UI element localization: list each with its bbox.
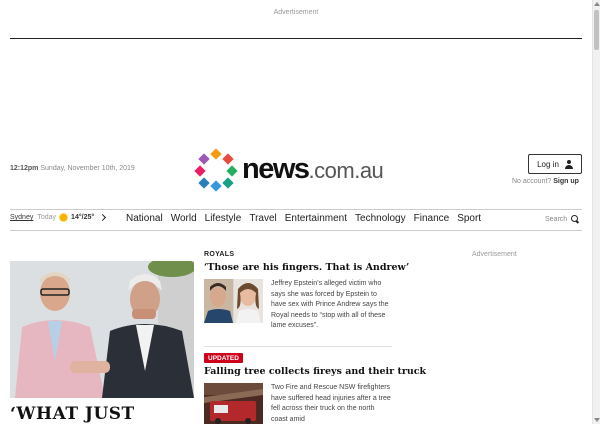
date-time: 12:12pm Sunday, November 10th, 2019: [10, 165, 135, 172]
story-thumbnail[interactable]: [204, 279, 263, 323]
login-label: Log in: [537, 159, 559, 169]
logo-main-text: news: [242, 152, 310, 185]
nav-item-lifestyle[interactable]: Lifestyle: [205, 213, 242, 224]
updated-badge: UPDATED: [204, 353, 243, 363]
site-logo[interactable]: news.com.au: [194, 148, 384, 192]
scroll-up-arrow-icon[interactable]: [594, 2, 600, 6]
story-summary: Two Fire and Rescue NSW firefighters hav…: [271, 384, 391, 423]
top-ad-label: Advertisement: [273, 9, 319, 16]
nav-item-travel[interactable]: Travel: [249, 213, 276, 224]
current-time: 12:12pm: [10, 165, 39, 172]
hero-image[interactable]: [10, 261, 194, 398]
nav-item-entertainment[interactable]: Entertainment: [285, 213, 347, 224]
story-divider: [204, 346, 392, 347]
top-divider: [10, 38, 582, 39]
search-button[interactable]: Search: [545, 215, 579, 223]
nav-item-national[interactable]: National: [126, 213, 163, 224]
story-headline[interactable]: Falling tree collects fireys and their t…: [204, 366, 426, 377]
sign-up-link[interactable]: Sign up: [553, 178, 579, 185]
current-date: Sunday, November 10th, 2019: [40, 165, 135, 172]
nav-item-finance[interactable]: Finance: [414, 213, 450, 224]
nav-item-world[interactable]: World: [171, 213, 197, 224]
no-account-text: No account?: [512, 178, 552, 185]
login-button[interactable]: Log in: [528, 154, 582, 174]
main-nav: National World Lifestyle Travel Entertai…: [126, 213, 481, 224]
chevron-right-icon[interactable]: [99, 213, 107, 222]
story-thumbnail-illustration: [204, 279, 263, 323]
search-icon: [571, 215, 579, 223]
story-summary: Jeffrey Epstein’s alleged victim who say…: [271, 280, 389, 329]
logo-dots-icon: [194, 148, 238, 192]
search-label: Search: [545, 215, 568, 223]
scroll-down-arrow-icon[interactable]: [594, 418, 600, 422]
nav-item-technology[interactable]: Technology: [355, 213, 406, 224]
side-ad-label: Advertisement: [472, 251, 517, 258]
story-thumbnail-illustration: [204, 383, 263, 424]
weather-temps: 14°/25°: [71, 214, 95, 221]
weather-widget[interactable]: Sydney Today 14°/25°: [10, 213, 107, 222]
story-thumbnail[interactable]: [204, 383, 263, 424]
scrollbar[interactable]: [592, 0, 600, 424]
logo-suffix-text: .com.au: [308, 157, 384, 183]
hero-headline[interactable]: ‘WHAT JUST: [10, 404, 135, 424]
no-account-prompt: No account? Sign up: [512, 178, 579, 185]
nav-divider-top: [10, 209, 582, 210]
nav-divider-bottom: [10, 230, 582, 231]
user-icon: [564, 159, 573, 169]
hero-photo-illustration: [10, 261, 194, 398]
logo-wordmark: news.com.au: [242, 152, 384, 185]
scroll-thumb[interactable]: [594, 10, 599, 50]
weather-city[interactable]: Sydney: [10, 214, 33, 221]
nav-item-sport[interactable]: Sport: [457, 213, 481, 224]
sun-icon: [60, 214, 68, 221]
weather-day: Today: [37, 214, 57, 221]
story-kicker[interactable]: ROYALS: [204, 251, 234, 258]
story-headline[interactable]: ‘Those are his fingers. That is Andrew’: [204, 262, 409, 273]
